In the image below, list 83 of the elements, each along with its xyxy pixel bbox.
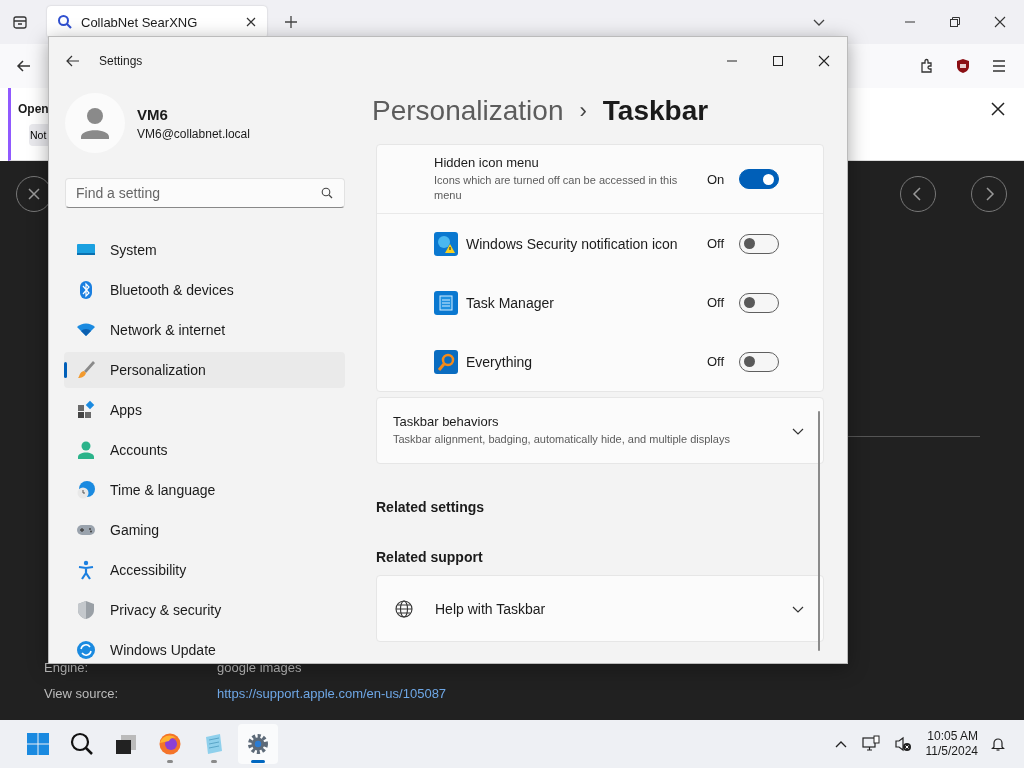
gear-icon[interactable] bbox=[246, 732, 270, 756]
close-icon[interactable] bbox=[245, 16, 257, 28]
expander-card[interactable]: Taskbar behaviors Taskbar alignment, badging, automatically hide, and multiple displays bbox=[376, 397, 824, 464]
scrollbar[interactable] bbox=[818, 411, 820, 651]
close-icon[interactable] bbox=[994, 16, 1006, 28]
search-field[interactable]: Find a setting bbox=[65, 178, 345, 208]
task-view-icon[interactable] bbox=[114, 732, 138, 756]
muted-speaker-icon[interactable] bbox=[893, 735, 912, 753]
nav-item[interactable]: Time & language bbox=[64, 472, 345, 508]
toggle-switch[interactable] bbox=[739, 169, 779, 189]
close-icon[interactable] bbox=[991, 102, 1005, 116]
expander-card[interactable]: Help with Taskbar bbox=[376, 575, 824, 642]
toggle-state: Off bbox=[707, 354, 726, 369]
setting-label: Everything bbox=[466, 353, 534, 370]
new-tab-icon[interactable] bbox=[284, 15, 298, 29]
breadcrumb-separator: › bbox=[579, 98, 587, 124]
task-manager-icon bbox=[434, 290, 458, 315]
shield-icon bbox=[76, 600, 96, 620]
start-icon[interactable] bbox=[26, 732, 50, 756]
user-email: VM6@collabnet.local bbox=[137, 126, 250, 141]
search-icon[interactable] bbox=[321, 187, 333, 199]
nav-item[interactable]: Personalization bbox=[64, 352, 345, 388]
user-name: VM6 bbox=[137, 105, 169, 123]
nav-item[interactable]: Windows Update bbox=[64, 632, 345, 663]
bell-icon[interactable] bbox=[990, 736, 1006, 752]
brush-icon bbox=[76, 360, 96, 380]
notification-title: Open bbox=[18, 102, 49, 116]
nav-item[interactable]: Privacy & security bbox=[64, 592, 345, 628]
puzzle-icon[interactable] bbox=[919, 58, 935, 74]
apps-icon bbox=[76, 400, 96, 420]
toggle-state: Off bbox=[707, 295, 726, 310]
network-icon[interactable] bbox=[861, 735, 880, 753]
detail-label: Engine: bbox=[44, 660, 90, 676]
avatar-icon bbox=[65, 93, 125, 153]
detail-value: google images bbox=[217, 660, 302, 676]
maximize-icon[interactable] bbox=[772, 55, 784, 67]
tab-list-icon[interactable] bbox=[12, 14, 28, 30]
magnifier-icon bbox=[434, 349, 458, 374]
next-icon[interactable] bbox=[970, 175, 1008, 213]
help-label: Help with Taskbar bbox=[435, 600, 547, 617]
page-title: Taskbar bbox=[602, 95, 709, 127]
search-icon[interactable] bbox=[70, 732, 94, 756]
setting-title: Taskbar behaviors bbox=[393, 414, 500, 429]
menu-icon[interactable] bbox=[991, 58, 1007, 74]
toggle-switch[interactable] bbox=[739, 233, 779, 254]
toggle-state: Off bbox=[707, 236, 726, 251]
section-heading: Related support bbox=[376, 549, 484, 565]
source-link[interactable]: https://support.apple.com/en-us/105087 bbox=[217, 686, 447, 702]
shield-icon[interactable] bbox=[955, 58, 971, 74]
toggle-state: On bbox=[707, 171, 726, 187]
previous-icon[interactable] bbox=[899, 175, 937, 213]
toggle-switch[interactable] bbox=[739, 351, 779, 372]
update-icon bbox=[76, 640, 96, 660]
window-title: Settings bbox=[99, 54, 143, 68]
accounts-icon bbox=[76, 440, 96, 460]
toggle-switch[interactable] bbox=[739, 292, 779, 313]
detail-label: View source: bbox=[44, 686, 120, 702]
time-icon bbox=[76, 480, 96, 500]
nav-item[interactable]: Accessibility bbox=[64, 552, 345, 588]
close-icon[interactable] bbox=[818, 55, 830, 67]
restore-icon[interactable] bbox=[949, 16, 961, 28]
setting-label: Task Manager bbox=[466, 294, 555, 311]
search-icon bbox=[57, 14, 73, 30]
setting-label: Windows Security notification icon bbox=[466, 235, 679, 252]
back-icon[interactable] bbox=[16, 58, 32, 74]
nav-item[interactable]: Network & internet bbox=[64, 312, 345, 348]
accessibility-icon bbox=[76, 560, 96, 580]
nav-item[interactable]: Gaming bbox=[64, 512, 345, 548]
nav-item[interactable]: System bbox=[64, 232, 345, 268]
firefox-icon[interactable] bbox=[158, 732, 182, 756]
clock[interactable]: 10:05 AM 11/5/2024 bbox=[925, 729, 978, 759]
browser-tab[interactable]: CollabNet SearXNG bbox=[47, 6, 267, 38]
back-icon[interactable] bbox=[66, 54, 80, 68]
warning-icon bbox=[434, 231, 458, 256]
nav-item[interactable]: Apps bbox=[64, 392, 345, 428]
nav-item[interactable]: Accounts bbox=[64, 432, 345, 468]
setting-title: Hidden icon menu bbox=[434, 155, 540, 170]
nav-item[interactable]: Bluetooth & devices bbox=[64, 272, 345, 308]
section-heading: Related settings bbox=[376, 499, 486, 515]
setting-description: Taskbar alignment, badging, automatically hide, and multiple displays bbox=[393, 432, 731, 447]
globe-icon bbox=[394, 598, 414, 619]
setting-description: Icons which are turned off can be accessed in this menu bbox=[434, 173, 679, 203]
breadcrumb-parent[interactable]: Personalization bbox=[372, 95, 564, 127]
